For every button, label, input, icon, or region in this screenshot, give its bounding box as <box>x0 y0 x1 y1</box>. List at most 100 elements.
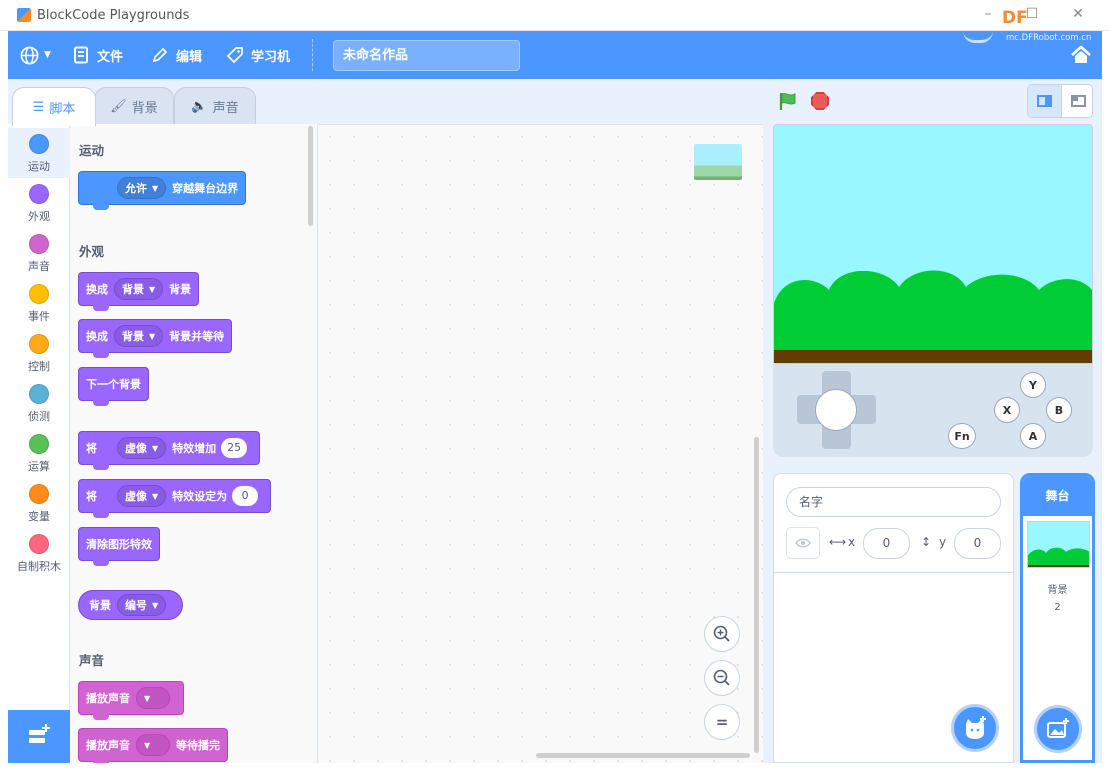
tab-backdrops-label: 背景 <box>131 101 158 116</box>
sprite-name-input[interactable]: 名字 <box>786 487 1001 517</box>
palette-scrollbar[interactable] <box>308 126 313 226</box>
learn-menu[interactable]: 学习机 <box>226 31 290 79</box>
globe-icon <box>20 46 39 64</box>
category-looks[interactable]: 外观 <box>8 178 70 228</box>
stage-panel-title: 舞台 <box>1023 476 1092 516</box>
dropdown-value: 允许 <box>125 182 147 195</box>
block-dropdown[interactable]: 虚像 ▼ <box>117 437 167 459</box>
block-dropdown[interactable]: 背景 ▼ <box>114 325 164 347</box>
block-next-backdrop[interactable]: 下一个背景 <box>78 367 149 406</box>
close-button[interactable]: ✕ <box>1068 6 1088 22</box>
y-axis-icon: ↕ <box>921 535 932 549</box>
block-dropdown[interactable]: 虚像 ▼ <box>117 485 167 507</box>
zoom-in-button[interactable] <box>704 616 740 652</box>
chevron-down-icon: ▼ <box>152 491 159 501</box>
tab-sounds[interactable]: 🔈 声音 <box>174 87 256 125</box>
block-clear-effects[interactable]: 清除图形特效 <box>78 527 160 566</box>
gamepad-button-a[interactable]: A <box>1020 423 1046 449</box>
zoom-reset-icon: = <box>715 713 729 731</box>
gamepad-button-b[interactable]: B <box>1046 397 1072 423</box>
sprite-info: 名字 ⟷ x 0 ↕ y 0 <box>774 474 1013 573</box>
y-input[interactable]: 0 <box>954 528 1001 559</box>
tab-backdrops[interactable]: 🖌 背景 <box>94 87 174 125</box>
block-dropdown[interactable]: 编号 ▼ <box>117 594 167 616</box>
joystick-knob[interactable] <box>815 389 857 431</box>
language-menu[interactable]: ▼ <box>20 31 51 79</box>
stage-canvas[interactable] <box>773 124 1093 364</box>
file-menu-label: 文件 <box>97 49 124 65</box>
block-change-effect[interactable]: 将 虚像 ▼ 特效增加 25 <box>78 431 261 470</box>
backdrop-thumbnail[interactable] <box>1027 521 1090 568</box>
add-backdrop-button[interactable] <box>1034 705 1082 753</box>
effect-value-input[interactable]: 0 <box>232 486 259 506</box>
block-set-effect[interactable]: 将 虚像 ▼ 特效设定为 0 <box>78 479 272 518</box>
dropdown-value: 背景 <box>122 330 144 343</box>
chevron-down-icon: ▼ <box>149 284 156 294</box>
block-text: 换成 <box>86 283 108 296</box>
large-stage-button[interactable] <box>1061 85 1092 117</box>
palette-looks-title: 外观 <box>79 244 105 259</box>
block-dropdown[interactable]: 允许 ▼ <box>117 177 167 199</box>
gamepad-button-fn[interactable]: Fn <box>948 423 976 449</box>
block-dropdown[interactable]: ▼ <box>136 687 170 709</box>
chevron-down-icon: ▼ <box>152 600 159 610</box>
gamepad-button-x[interactable]: X <box>994 397 1020 423</box>
category-motion[interactable]: 运动 <box>8 128 70 178</box>
category-my-blocks[interactable]: 自制积木 <box>8 528 70 578</box>
category-control[interactable]: 控制 <box>8 328 70 378</box>
category-sensing[interactable]: 侦测 <box>8 378 70 428</box>
block-text: 换成 <box>86 330 108 343</box>
tab-code[interactable]: ☰ 脚本 <box>12 87 96 126</box>
large-stage-icon <box>1070 95 1086 107</box>
add-sprite-button[interactable] <box>951 704 999 752</box>
add-extension-button[interactable] <box>8 710 70 763</box>
category-events[interactable]: 事件 <box>8 278 70 328</box>
chevron-down-icon: ▼ <box>149 331 156 341</box>
category-operators[interactable]: 运算 <box>8 428 70 478</box>
category-dot <box>29 534 49 554</box>
x-axis-icon: ⟷ <box>829 535 847 549</box>
project-title-input[interactable]: 未命名作品 <box>333 40 520 71</box>
block-text: 下一个背景 <box>86 378 141 391</box>
category-dot <box>29 284 49 304</box>
file-menu[interactable]: 文件 <box>72 31 123 79</box>
backdrop-hills-image <box>774 125 1092 363</box>
virtual-gamepad: Y X B A Fn <box>773 364 1093 457</box>
category-variables[interactable]: 变量 <box>8 478 70 528</box>
sprite-panel: 名字 ⟷ x 0 ↕ y 0 <box>773 473 1014 763</box>
block-play-sound[interactable]: 播放声音 ▼ <box>78 681 184 720</box>
stage-selector[interactable]: 舞台 背景 2 <box>1020 473 1095 763</box>
block-text: 等待播完 <box>176 739 220 752</box>
block-switch-backdrop-wait[interactable]: 换成 背景 ▼ 背景并等待 <box>78 319 233 358</box>
block-palette: 运动 允许 ▼ 穿越舞台边界 外观 换成 背景 ▼ 背景 换成 背景 ▼ 背景并等待 … <box>70 124 318 763</box>
workspace-vertical-scrollbar[interactable] <box>754 437 759 753</box>
visibility-toggle[interactable] <box>786 527 820 559</box>
minimize-button[interactable]: – <box>978 6 998 22</box>
block-play-sound-until-done[interactable]: 播放声音 ▼ 等待播完 <box>78 728 228 763</box>
block-allow-cross-edge[interactable]: 允许 ▼ 穿越舞台边界 <box>78 171 247 210</box>
block-dropdown[interactable]: 背景 ▼ <box>114 278 164 300</box>
backdrop-thumbnail-image <box>1028 522 1089 567</box>
small-stage-button[interactable] <box>1028 85 1061 117</box>
script-workspace[interactable]: = <box>318 124 763 763</box>
block-text: 背景并等待 <box>169 330 225 343</box>
home-icon[interactable] <box>1070 45 1092 65</box>
zoom-out-button[interactable] <box>704 660 740 696</box>
block-dropdown[interactable]: ▼ <box>136 734 170 756</box>
cat-plus-icon <box>966 716 986 739</box>
zoom-reset-button[interactable]: = <box>704 704 740 740</box>
stop-icon[interactable] <box>811 92 829 110</box>
workspace-horizontal-scrollbar[interactable] <box>536 753 750 758</box>
effect-value-input[interactable]: 25 <box>221 438 248 458</box>
x-input[interactable]: 0 <box>863 528 910 559</box>
backdrop-label: 背景 <box>1047 585 1068 596</box>
category-sound[interactable]: 声音 <box>8 228 70 278</box>
brand-mark-icon <box>963 31 993 43</box>
maximize-button[interactable]: ☐ <box>1022 6 1042 22</box>
stage-size-toggle <box>1027 84 1093 118</box>
block-switch-backdrop[interactable]: 换成 背景 ▼ 背景 <box>78 272 200 311</box>
edit-menu[interactable]: 编辑 <box>151 31 202 79</box>
block-backdrop-reporter[interactable]: 背景 编号 ▼ <box>78 590 184 620</box>
gamepad-button-y[interactable]: Y <box>1020 372 1046 398</box>
green-flag-icon[interactable] <box>778 91 798 111</box>
